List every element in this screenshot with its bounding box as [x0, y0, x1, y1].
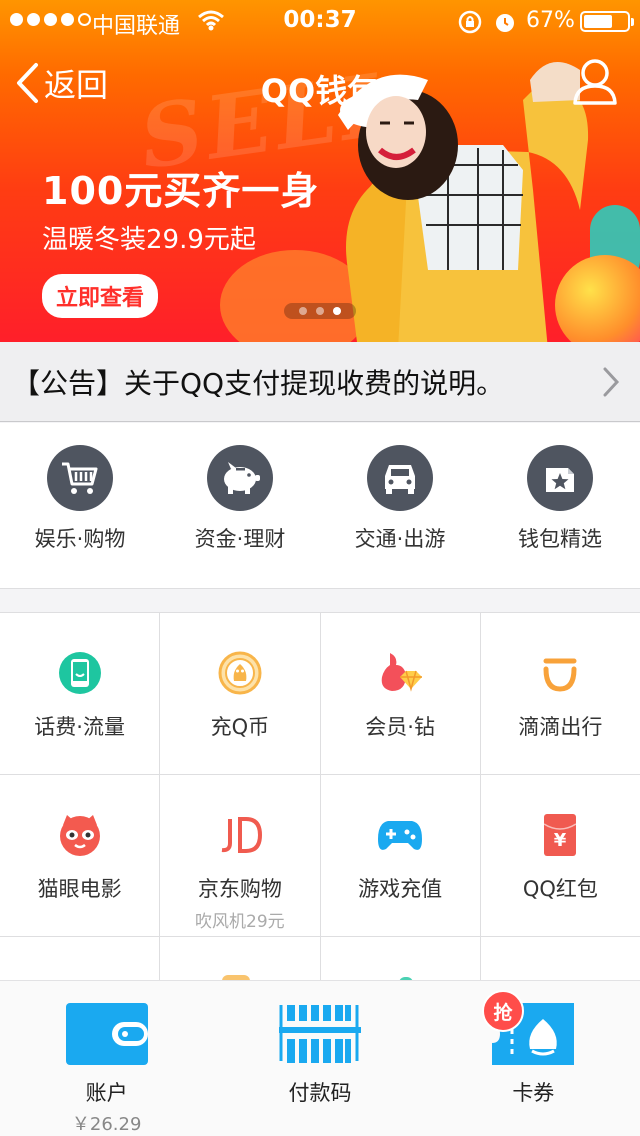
service-vip[interactable]: 会员·钻	[321, 613, 481, 774]
account-balance: ￥26.29	[71, 1114, 142, 1135]
profile-icon[interactable]	[572, 58, 618, 106]
service-game-topup[interactable]: 游戏充值	[321, 775, 481, 936]
status-bar: 中国联通 00:37 67%	[0, 0, 640, 40]
services-grid: 话费·流量 充Q币 会员·钻 滴滴出行 猫眼电影 京东购物 吹风机29元 游戏充…	[0, 612, 640, 1033]
barcode-icon	[278, 1005, 361, 1063]
category-funds-finance[interactable]: 资金·理财	[160, 423, 320, 588]
service-didi[interactable]: 滴滴出行	[481, 613, 640, 774]
promo-banner[interactable]: SELL 中国联通 00:37 67% 返回 QQ钱包 100元买齐一身 温暖冬…	[0, 0, 640, 342]
gamepad-icon	[376, 811, 424, 859]
category-entertainment-shopping[interactable]: 娱乐·购物	[0, 423, 160, 588]
tab-label: 账户	[85, 1081, 128, 1105]
service-label: 滴滴出行	[518, 715, 603, 739]
alarm-icon	[496, 14, 514, 32]
grab-badge: 抢	[482, 990, 524, 1032]
services-row: 话费·流量 充Q币 会员·钻 滴滴出行	[0, 613, 640, 775]
service-promo-text: 吹风机29元	[195, 912, 285, 932]
category-label: 娱乐·购物	[34, 527, 126, 551]
pager-dot	[316, 307, 324, 315]
service-label: 游戏充值	[358, 877, 443, 901]
bottom-tab-bar: 账户 ￥26.29 付款码 卡券	[0, 980, 640, 1136]
didi-icon	[536, 649, 584, 697]
wallet-icon	[65, 1003, 148, 1065]
service-maoyan[interactable]: 猫眼电影	[0, 775, 161, 936]
vip-diamond-icon	[376, 649, 424, 697]
announcement-text: 【公告】关于QQ支付提现收费的说明。	[12, 366, 505, 400]
jd-icon	[216, 811, 264, 859]
back-button[interactable]: 返回	[14, 60, 108, 106]
nav-bar: 返回 QQ钱包	[0, 52, 640, 116]
phone-icon	[56, 649, 104, 697]
view-now-button[interactable]: 立即查看	[42, 274, 159, 318]
promo-content: 100元买齐一身 温暖冬装29.9元起 立即查看	[42, 160, 319, 318]
maoyan-cat-icon	[56, 811, 104, 859]
promo-subline: 温暖冬装29.9元起	[42, 225, 256, 255]
tab-account[interactable]: 账户 ￥26.29	[0, 981, 213, 1136]
piggy-bank-icon	[207, 445, 273, 511]
category-label: 钱包精选	[518, 527, 602, 551]
service-qcoin[interactable]: 充Q币	[160, 613, 321, 774]
promo-headline: 100元买齐一身	[42, 169, 320, 213]
chevron-right-icon	[603, 367, 620, 397]
car-icon	[367, 445, 433, 511]
service-label: 话费·流量	[34, 715, 125, 739]
service-label: 京东购物	[197, 877, 282, 901]
category-wallet-picks[interactable]: 钱包精选	[480, 423, 640, 588]
announcement-bar[interactable]: 【公告】关于QQ支付提现收费的说明。	[0, 342, 640, 422]
tab-coupons[interactable]: 卡券	[427, 981, 640, 1136]
tab-payment-code[interactable]: 付款码	[213, 981, 426, 1136]
category-label: 交通·出游	[354, 527, 446, 551]
service-red-envelope[interactable]: ¥ QQ红包	[481, 775, 640, 936]
red-envelope-icon: ¥	[536, 811, 584, 859]
rotation-lock-icon	[458, 10, 482, 34]
carousel-pager[interactable]	[284, 303, 356, 319]
qcoin-icon	[216, 649, 264, 697]
service-jd[interactable]: 京东购物 吹风机29元	[160, 775, 321, 936]
service-label: 充Q币	[210, 715, 270, 739]
star-bag-icon	[527, 445, 593, 511]
category-row: 娱乐·购物 资金·理财 交通·出游 钱包精选	[0, 423, 640, 589]
svg-text:¥: ¥	[554, 830, 567, 851]
category-transport-travel[interactable]: 交通·出游	[320, 423, 480, 588]
tab-label: 付款码	[288, 1081, 352, 1105]
screen: SELL 中国联通 00:37 67% 返回 QQ钱包 100元买齐一身 温暖冬…	[0, 0, 640, 1136]
service-label: QQ红包	[522, 877, 598, 901]
services-row: 猫眼电影 京东购物 吹风机29元 游戏充值 ¥ QQ红包	[0, 775, 640, 937]
pager-dot-active	[333, 307, 341, 315]
service-label: 会员·钻	[365, 715, 435, 739]
tab-label: 卡券	[512, 1081, 555, 1105]
cart-icon	[47, 445, 113, 511]
chevron-left-icon	[17, 63, 38, 103]
back-label: 返回	[44, 66, 109, 104]
service-phone-data[interactable]: 话费·流量	[0, 613, 161, 774]
pager-dot	[299, 307, 307, 315]
service-label: 猫眼电影	[37, 877, 122, 901]
battery-icon	[580, 11, 634, 32]
battery-percent: 67%	[526, 8, 575, 33]
category-label: 资金·理财	[194, 527, 286, 551]
